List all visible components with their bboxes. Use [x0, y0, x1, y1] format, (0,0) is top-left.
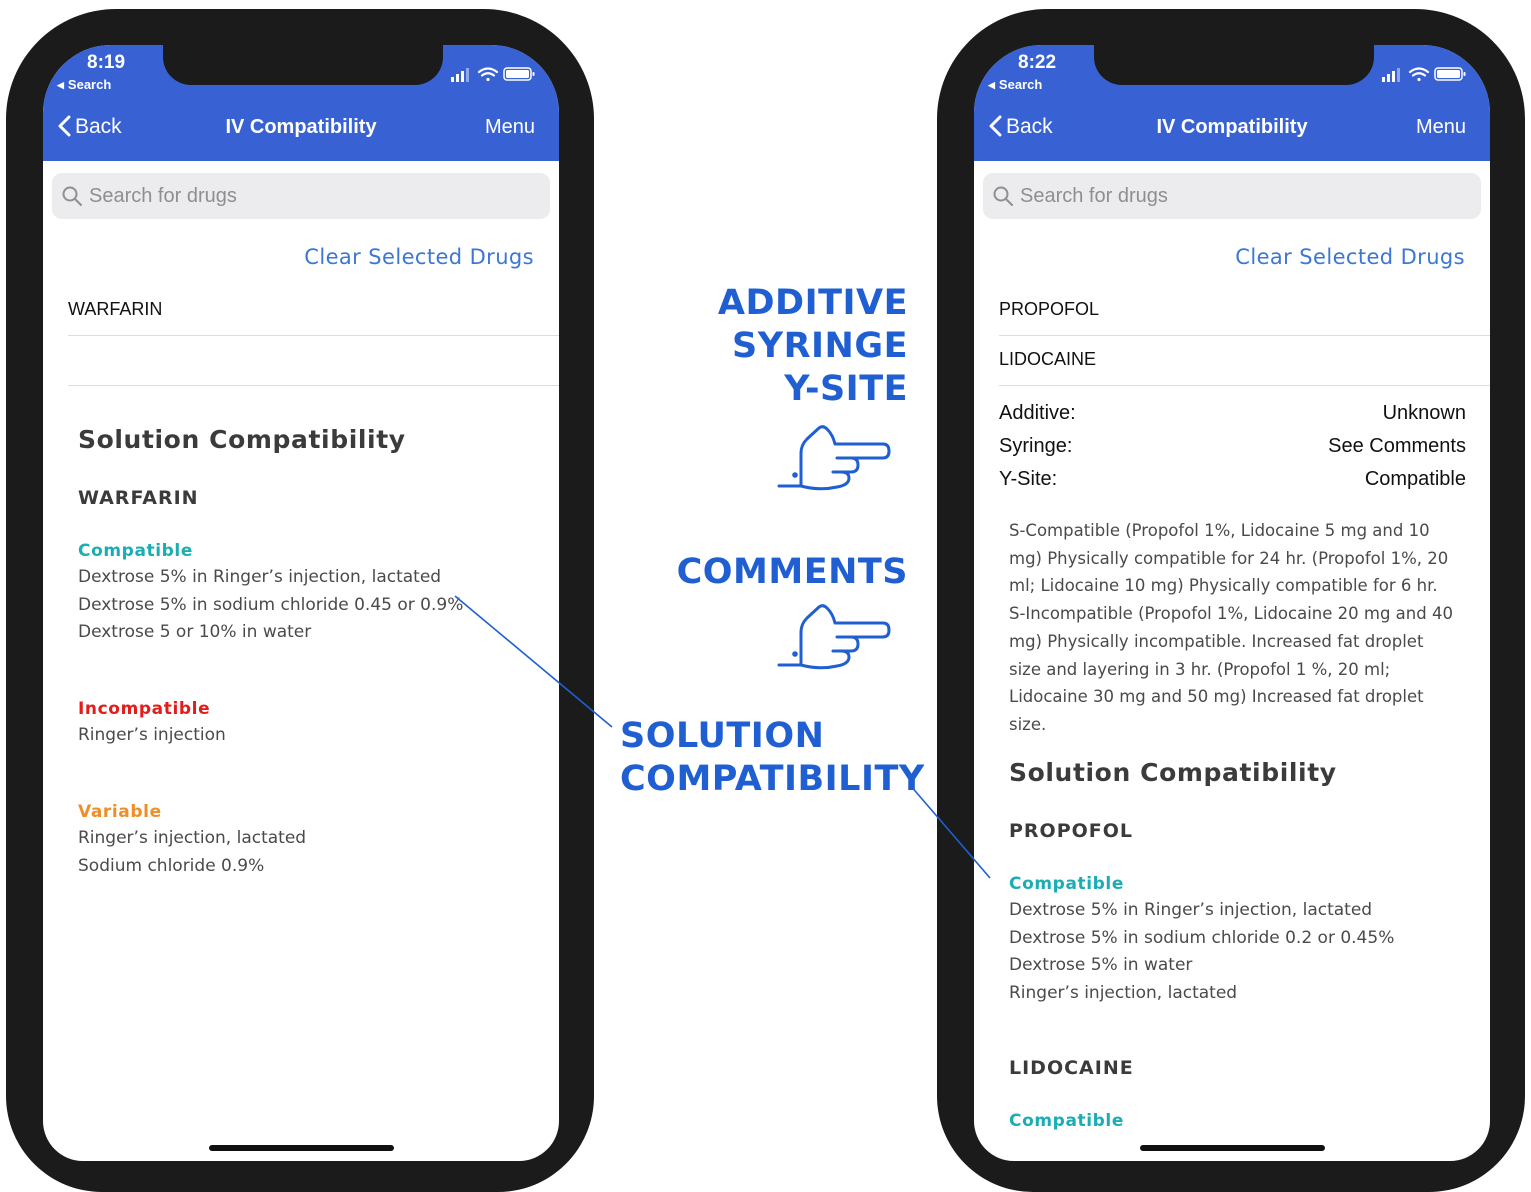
battery-icon — [1434, 67, 1466, 81]
status-icons — [1382, 66, 1468, 86]
syringe-row: Syringe: See Comments — [999, 435, 1466, 458]
drug-heading-lidocaine: LIDOCAINE — [1009, 1057, 1134, 1079]
nav-bar: Back IV Compatibility Menu — [974, 99, 1490, 161]
additive-syringe-ysite-callout: ADDITIVE SYRINGE Y-SITE — [600, 282, 908, 411]
search-bar[interactable] — [52, 173, 550, 219]
search-icon — [993, 186, 1013, 206]
nav-bar: Back IV Compatibility Menu — [43, 99, 559, 161]
callout-line: SYRINGE — [732, 326, 908, 366]
solution-item: Dextrose 5% in Ringer’s injection, lacta… — [78, 567, 442, 587]
clear-selected-drugs-link[interactable]: Clear Selected Drugs — [304, 245, 534, 269]
y-site-label: Y-Site: — [999, 468, 1058, 490]
status-back-label: Search — [998, 77, 1043, 92]
compatible-solution-list: Dextrose 5% in Ringer’s injection, lacta… — [1009, 900, 1394, 1010]
comments-text: S-Compatible (Propofol 1%, Lidocaine 5 m… — [1009, 521, 1453, 734]
variable-label: Variable — [78, 802, 162, 822]
drug-heading-propofol: PROPOFOL — [1009, 820, 1134, 842]
search-bar[interactable] — [983, 173, 1481, 219]
phone-left: 8:19 ◀ Search Back IV Compatibility Menu… — [6, 9, 594, 1192]
menu-button[interactable]: Menu — [485, 116, 535, 139]
status-back-label: Search — [67, 77, 112, 92]
solution-item: Dextrose 5 or 10% in water — [78, 622, 312, 642]
callout-line: SOLUTION — [620, 716, 825, 756]
drug-heading: WARFARIN — [78, 487, 199, 509]
compatible-label: Compatible — [1009, 1111, 1124, 1131]
selected-drug-name: LIDOCAINE — [999, 349, 1097, 369]
selected-drug-row-empty[interactable] — [68, 336, 559, 386]
solution-compatibility-title: Solution Compatibility — [1009, 758, 1337, 787]
callout-line: Y-SITE — [784, 369, 908, 409]
solution-item: Sodium chloride 0.9% — [78, 855, 265, 876]
phone-screen: 8:19 ◀ Search Back IV Compatibility Menu… — [43, 45, 559, 1161]
phone-notch — [1094, 45, 1374, 85]
solution-compatibility-title: Solution Compatibility — [78, 425, 406, 454]
solution-item: Dextrose 5% in sodium chloride 0.2 or 0.… — [1009, 927, 1395, 948]
signal-icon — [451, 68, 469, 82]
selected-drug-row[interactable]: LIDOCAINE — [999, 336, 1490, 386]
additive-row: Additive: Unknown — [999, 402, 1466, 425]
status-back-link[interactable]: ◀ Search — [57, 77, 111, 92]
search-input[interactable] — [89, 181, 529, 211]
selected-drug-row[interactable]: WARFARIN — [68, 286, 559, 336]
status-back-link[interactable]: ◀ Search — [988, 77, 1042, 92]
additive-label: Additive: — [999, 402, 1076, 424]
callout-line: COMPATIBILITY — [620, 759, 925, 799]
home-indicator — [209, 1145, 394, 1151]
compatible-solution-list: Dextrose 5% in Ringer’s injection, lacta… — [78, 567, 463, 650]
page-title: IV Compatibility — [225, 116, 377, 138]
selected-drug-row[interactable]: PROPOFOL — [999, 286, 1490, 336]
signal-icon — [1382, 68, 1400, 82]
syringe-value: See Comments — [1328, 435, 1466, 457]
search-icon — [62, 186, 82, 206]
phone-notch — [163, 45, 443, 85]
wifi-icon — [477, 67, 499, 82]
page-title: IV Compatibility — [1156, 116, 1308, 138]
y-site-row: Y-Site: Compatible — [999, 468, 1466, 491]
status-icons — [451, 66, 537, 86]
pointing-hand-icon — [777, 604, 891, 670]
home-indicator — [1140, 1145, 1325, 1151]
phone-screen: 8:22 ◀ Search Back IV Compatibility Menu… — [974, 45, 1490, 1161]
menu-button[interactable]: Menu — [1416, 116, 1466, 139]
solution-item: Ringer’s injection — [78, 725, 226, 745]
solution-item: Ringer’s injection, lactated — [1009, 982, 1238, 1003]
compatible-label: Compatible — [1009, 874, 1124, 894]
additive-value: Unknown — [1382, 402, 1466, 424]
selected-drug-name: PROPOFOL — [999, 299, 1100, 319]
solution-item: Dextrose 5% in water — [1009, 955, 1193, 975]
solution-item: Dextrose 5% in sodium chloride 0.45 or 0… — [78, 594, 464, 615]
solution-item: Ringer’s injection, lactated — [78, 828, 307, 848]
callout-line: ADDITIVE — [717, 283, 908, 323]
status-time: 8:19 — [87, 52, 126, 73]
solution-compatibility-callout: SOLUTION COMPATIBILITY — [620, 715, 925, 801]
comments-callout: COMMENTS — [676, 552, 908, 592]
compatible-label: Compatible — [78, 541, 193, 561]
incompatible-label: Incompatible — [78, 699, 211, 719]
selected-drug-name: WARFARIN — [68, 299, 163, 319]
phone-right: 8:22 ◀ Search Back IV Compatibility Menu… — [937, 9, 1525, 1192]
wifi-icon — [1408, 67, 1430, 82]
variable-solution-list: Ringer’s injection, lactated Sodium chlo… — [78, 828, 306, 883]
battery-icon — [503, 67, 535, 81]
back-triangle-icon: ◀ — [988, 80, 995, 90]
back-triangle-icon: ◀ — [57, 80, 64, 90]
clear-selected-drugs-link[interactable]: Clear Selected Drugs — [1235, 245, 1465, 269]
search-input[interactable] — [1020, 181, 1460, 211]
y-site-value: Compatible — [1364, 468, 1466, 490]
solution-item: Dextrose 5% in Ringer’s injection, lacta… — [1009, 900, 1373, 920]
pointing-hand-icon — [777, 425, 891, 491]
syringe-label: Syringe: — [999, 435, 1073, 457]
status-time: 8:22 — [1018, 52, 1057, 73]
incompatible-solution-list: Ringer’s injection — [78, 725, 226, 753]
